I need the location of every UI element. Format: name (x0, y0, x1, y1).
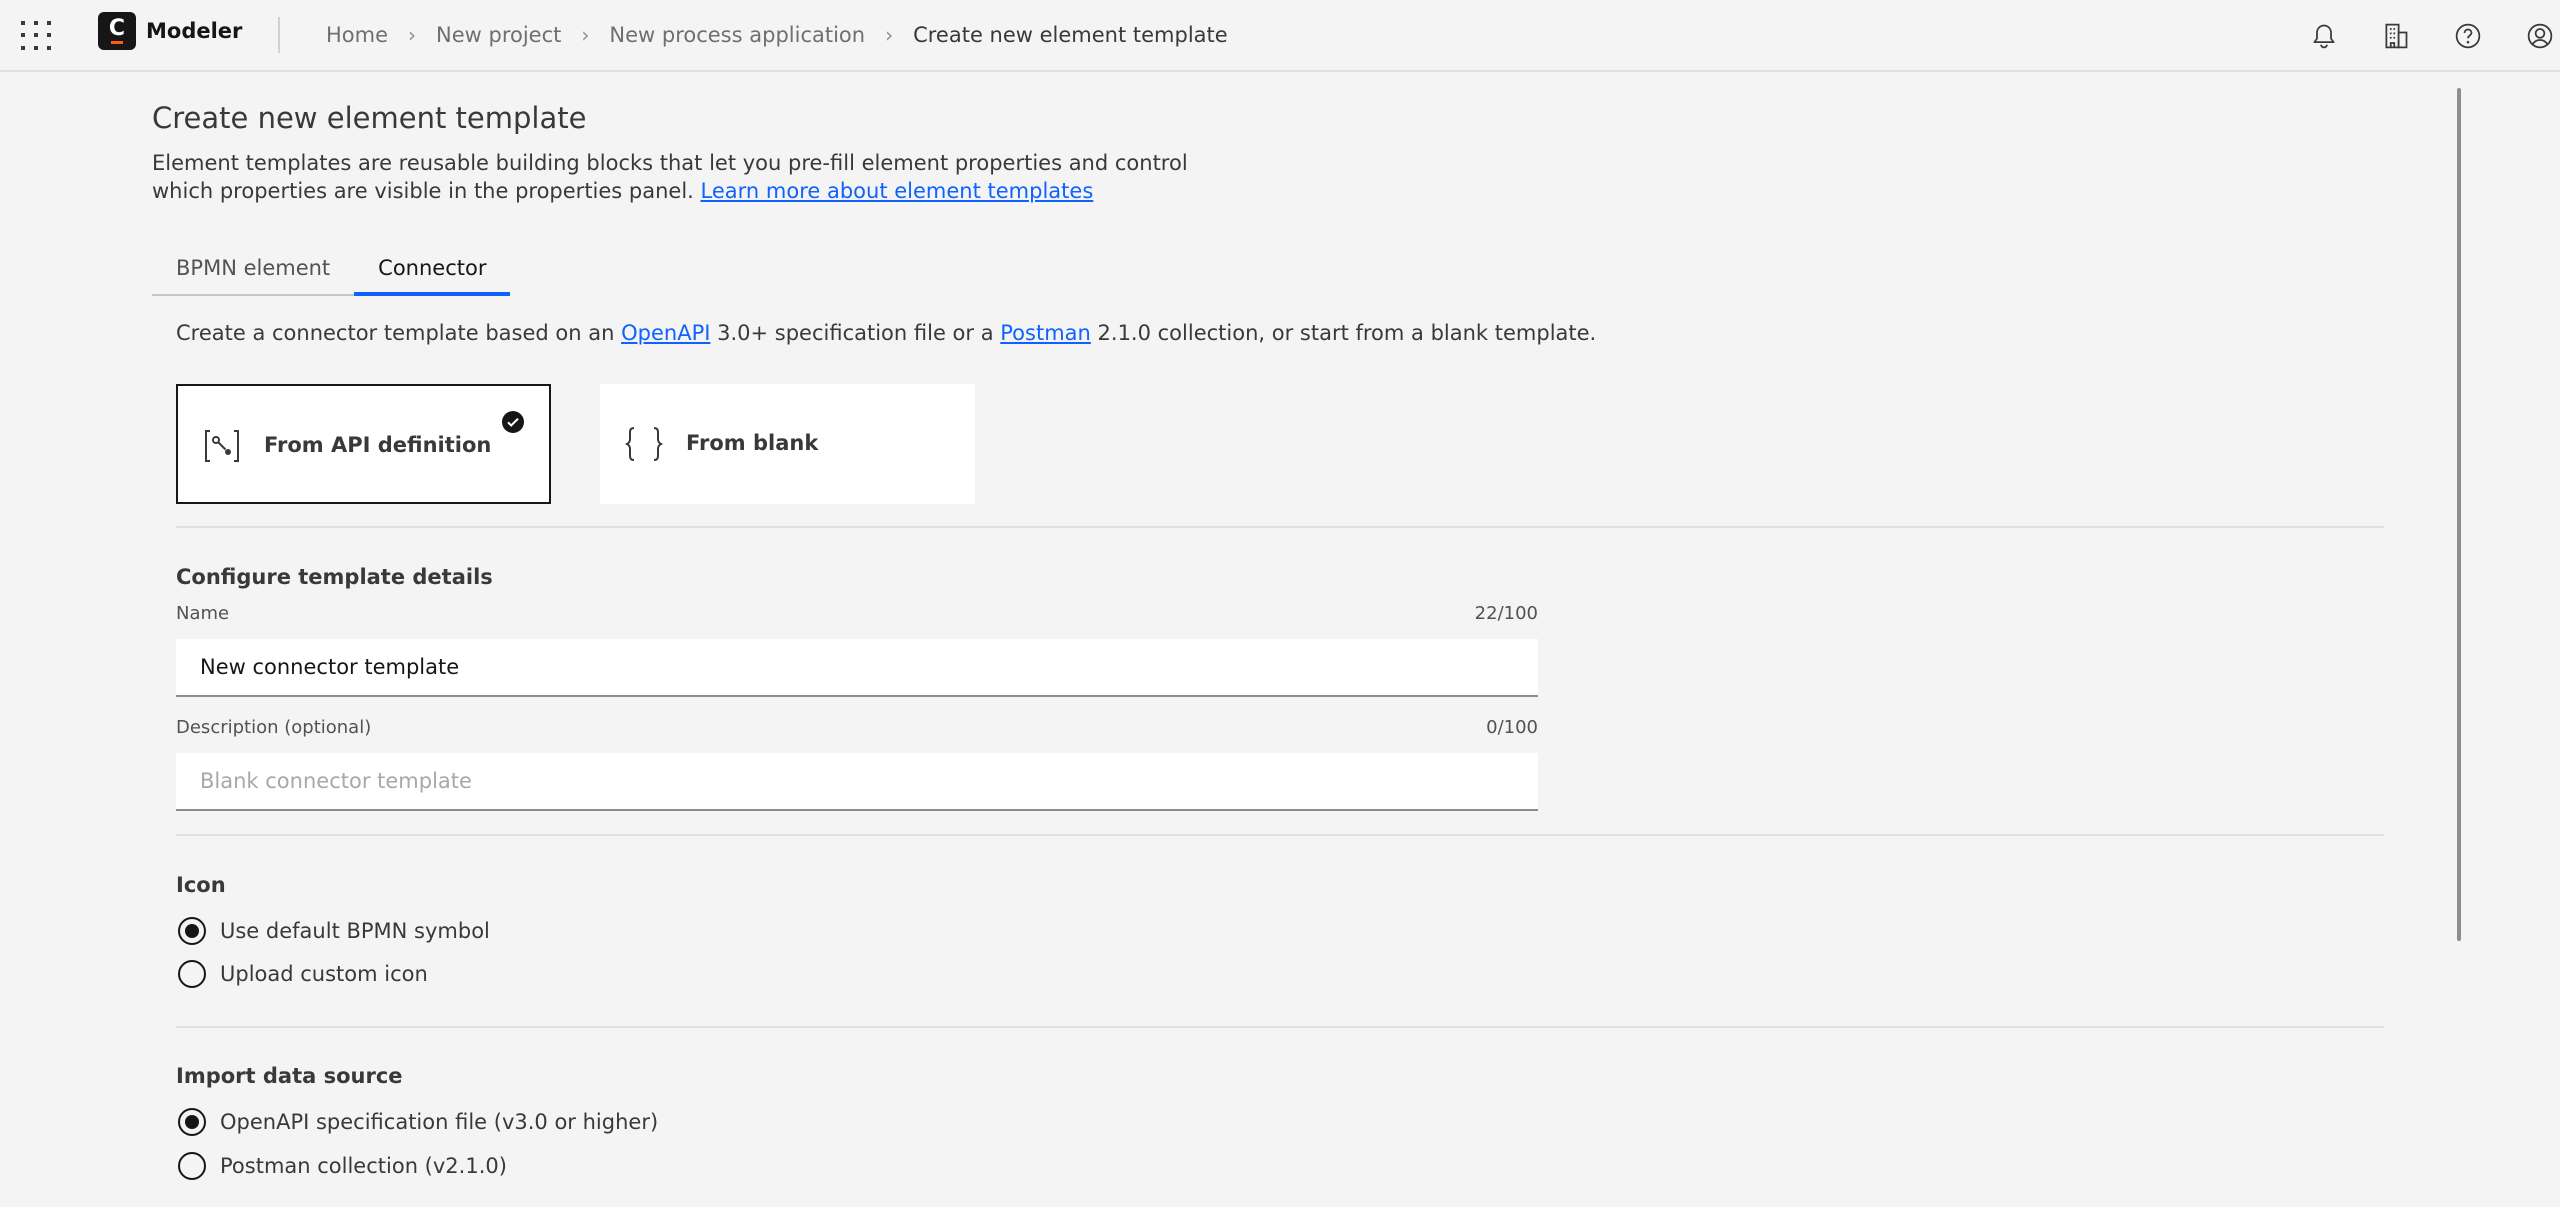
radio-openapi-file[interactable]: OpenAPI specification file (v3.0 or high… (178, 1108, 658, 1136)
breadcrumb-separator: › (581, 23, 590, 47)
tile-label: From API definition (264, 433, 492, 457)
camunda-logo[interactable]: C (98, 12, 136, 50)
radio-label: OpenAPI specification file (v3.0 or high… (220, 1110, 659, 1134)
icon-section-title: Icon (176, 873, 226, 897)
notification-icon[interactable] (2306, 18, 2342, 54)
desc-prefix: Create a connector template based on an (176, 321, 615, 345)
description-label: Description (optional) (176, 717, 372, 738)
tab-connector[interactable]: Connector (354, 248, 511, 296)
radio-button[interactable] (178, 1152, 206, 1180)
breadcrumb: Home › New project › New process applica… (326, 23, 1228, 47)
description-counter: 0/100 (1486, 717, 1538, 738)
tile-label: From blank (686, 431, 819, 455)
user-icon[interactable] (2522, 18, 2558, 54)
breadcrumb-separator: › (885, 23, 894, 47)
checkmark-icon (501, 410, 525, 434)
name-input[interactable] (176, 639, 1538, 697)
radio-label: Upload custom icon (220, 962, 428, 986)
page-title: Create new element template (152, 101, 587, 135)
details-section-title: Configure template details (176, 565, 493, 589)
curly-braces-icon (624, 424, 664, 464)
organization-icon[interactable] (2378, 18, 2414, 54)
scrollbar[interactable] (2457, 88, 2461, 941)
page-intro: Element templates are reusable building … (152, 149, 1202, 205)
postman-link[interactable]: Postman (1000, 321, 1091, 345)
section-divider (176, 1026, 2384, 1028)
desc-middle: 3.0+ specification file or a (717, 321, 994, 345)
from-api-definition-tile[interactable]: From API definition (176, 384, 551, 504)
radio-button[interactable] (178, 917, 206, 945)
radio-button[interactable] (178, 960, 206, 988)
section-divider (176, 834, 2384, 836)
api-definition-icon (202, 426, 242, 466)
template-type-tabs: BPMN element Connector (152, 248, 511, 296)
from-blank-tile[interactable]: From blank (600, 384, 975, 504)
app-name: Modeler (146, 19, 243, 43)
import-section-title: Import data source (176, 1064, 403, 1088)
radio-button[interactable] (178, 1108, 206, 1136)
breadcrumb-project[interactable]: New project (436, 23, 561, 47)
breadcrumb-current: Create new element template (913, 23, 1228, 47)
header-divider (278, 17, 280, 53)
breadcrumb-process-application[interactable]: New process application (609, 23, 865, 47)
tab-bpmn-element[interactable]: BPMN element (152, 248, 355, 296)
breadcrumb-separator: › (408, 23, 417, 47)
radio-upload-custom-icon[interactable]: Upload custom icon (178, 960, 428, 988)
radio-postman-collection[interactable]: Postman collection (v2.1.0) (178, 1152, 507, 1180)
header-actions (2306, 18, 2560, 54)
desc-suffix: 2.1.0 collection, or start from a blank … (1097, 321, 1597, 345)
name-label: Name (176, 603, 230, 624)
description-input[interactable] (176, 753, 1538, 811)
app-switcher-icon[interactable] (20, 20, 52, 52)
openapi-link[interactable]: OpenAPI (621, 321, 710, 345)
top-header: C Modeler Home › New project › New proce… (0, 0, 2560, 72)
radio-default-bpmn-symbol[interactable]: Use default BPMN symbol (178, 917, 490, 945)
radio-label: Use default BPMN symbol (220, 919, 490, 943)
section-divider (176, 526, 2384, 528)
radio-label: Postman collection (v2.1.0) (220, 1154, 507, 1178)
breadcrumb-home[interactable]: Home (326, 23, 388, 47)
learn-more-link[interactable]: Learn more about element templates (701, 179, 1094, 203)
connector-description: Create a connector template based on an … (176, 321, 1596, 345)
name-counter: 22/100 (1474, 603, 1538, 624)
help-icon[interactable] (2450, 18, 2486, 54)
